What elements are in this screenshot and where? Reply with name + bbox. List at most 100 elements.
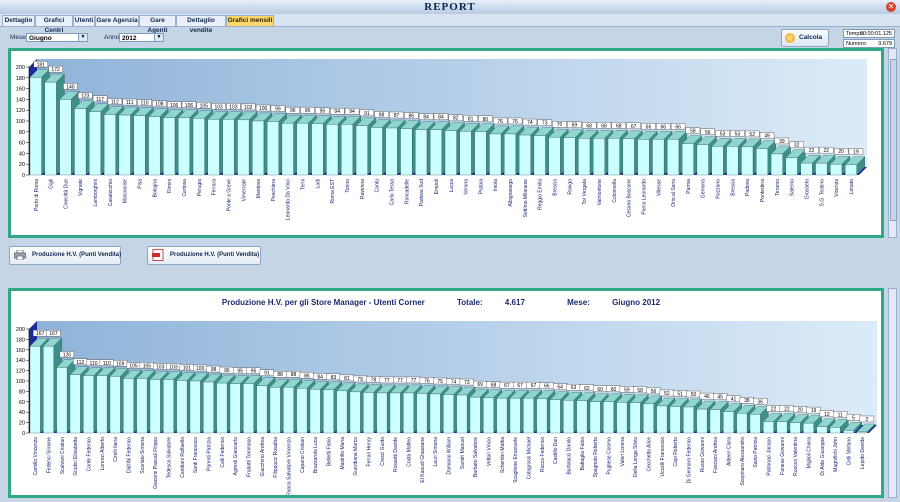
data-label: 78 (371, 377, 377, 383)
x-tick-label: Vicenza (834, 179, 840, 197)
x-tick-label: Calli Federico (220, 437, 226, 468)
x-tick-label: Federici Simone (47, 437, 53, 473)
x-tick-label: Pistoia (478, 179, 484, 194)
tab-dettaglio[interactable]: Dettaglio (2, 15, 35, 26)
data-label: 2 (865, 417, 868, 423)
x-tick-label: Certosa (182, 179, 188, 197)
x-tick-label: Guerdiana Marco (353, 437, 359, 476)
bar-chart-store-managers: 0 20 40 60 80 100 120 140 160 180 200 167 Camillo Vi… (16, 321, 877, 496)
data-label: 70 (557, 122, 563, 128)
data-label: 77 (384, 378, 390, 384)
data-label: 20 (797, 408, 803, 414)
y-tick-label: 120 (16, 369, 25, 375)
vertical-scrollbar[interactable] (888, 48, 897, 238)
x-tick-label: Cantù (375, 179, 381, 193)
x-tick-label: Celli Stefano (847, 437, 853, 466)
month-value: Giugno (29, 35, 52, 42)
calcola-label: Calcola (799, 34, 823, 41)
data-label: 5 (852, 415, 855, 421)
print-report-button[interactable]: Produzione H.V. (Punti Vendita) (9, 246, 121, 265)
data-label: 172 (51, 67, 60, 73)
data-label: 167 (36, 331, 45, 337)
data-label: 52 (664, 391, 670, 397)
calcola-button[interactable]: Calcola (781, 29, 829, 47)
scrollbar-thumb[interactable] (890, 59, 897, 221)
window-title: REPORT (424, 1, 476, 13)
x-tick-label: Cinecittà Due (63, 179, 69, 209)
y-tick-label: 60 (19, 400, 25, 406)
calculate-icon (785, 33, 795, 43)
y-tick-label: 120 (16, 108, 25, 114)
x-tick-label: Camillo Vincenzo (33, 437, 39, 476)
month-select[interactable]: Giugno ▼ (26, 33, 88, 42)
x-tick-label: Scarlato Simona (140, 437, 146, 474)
bar-chart-points-of-sale: 0 20 40 60 80 100 120 140 160 180 200 181 Porto di R… (16, 59, 867, 220)
data-label: 73 (464, 380, 470, 386)
x-tick-label: El Kaoudi Ghassane (420, 437, 426, 483)
x-tick-label: Capi Roberto (673, 437, 679, 467)
x-tick-label: Peschiera (271, 179, 277, 201)
data-label: 19 (853, 150, 859, 156)
tab-utenti[interactable]: Utenti (73, 15, 95, 26)
data-label: 110 (90, 361, 98, 367)
tab-strip: Dettaglio Grafici Centri Utenti Gare Agenzi… (0, 14, 900, 34)
x-tick-label: Rovigo (567, 179, 573, 195)
x-tick-label: Agresti Giancarlo (233, 437, 239, 476)
x-tick-label: Fasciani Andrea (713, 437, 719, 473)
data-label: 67 (517, 383, 523, 389)
x-tick-label: Di Aldo Giuseppe (820, 437, 826, 476)
data-label: 56 (705, 130, 711, 136)
year-select[interactable]: 2012 ▼ (119, 33, 164, 42)
x-tick-label: Dall'Ali Federico (127, 437, 133, 473)
x-tick-label: Giacomi Pascali Filippo (153, 437, 159, 489)
x-tick-label: Imola (493, 179, 499, 191)
data-label: 58 (637, 388, 643, 394)
x-tick-label: Aldeeri Clara (727, 437, 733, 466)
tab-gare-agenti[interactable]: Gare Agenti (139, 15, 176, 34)
tab-gare-agenzia[interactable]: Gare Agenzia (95, 15, 139, 26)
close-icon[interactable]: ✕ (886, 2, 896, 12)
data-label: 69 (477, 382, 483, 388)
x-tick-label: Rozzano (716, 179, 722, 199)
x-tick-label: Terni (301, 179, 307, 190)
data-label: 56 (651, 389, 657, 395)
x-tick-label: Costa Matteo (407, 437, 413, 467)
x-tick-label: Leonardo Da Vinci (286, 179, 292, 220)
x-tick-label: Lauri Simona (433, 437, 439, 467)
x-tick-label: Valeri Lorena (620, 437, 626, 467)
tab-dettaglio-vendite[interactable]: Dettaglio vendite (176, 15, 226, 34)
y-tick-label: 40 (19, 410, 25, 416)
x-tick-label: Lucca (449, 179, 455, 193)
x-tick-label: Magnifichi John (833, 437, 839, 472)
data-label: 83 (331, 375, 337, 381)
chevron-down-icon[interactable]: ▼ (78, 34, 87, 41)
chevron-down-icon[interactable]: ▼ (154, 34, 163, 41)
data-label: 66 (675, 124, 681, 130)
data-label: 84 (317, 374, 323, 380)
x-tick-label: Roncadelle (404, 179, 410, 204)
x-tick-label: Ranca Salvatore Vincenzo (287, 437, 293, 495)
x-tick-label: Uccelli Francesco (660, 437, 666, 477)
x-tick-label: Fanese Giovanni (780, 437, 786, 475)
vertical-scrollbar-2[interactable] (888, 288, 897, 498)
data-label: 66 (544, 384, 550, 390)
y-tick-label: 200 (16, 65, 25, 71)
data-label: 75 (437, 379, 443, 385)
tab-grafici-centri[interactable]: Grafici Centri (35, 15, 73, 34)
y-tick-label: 0 (22, 431, 25, 437)
data-label: 88 (379, 112, 385, 118)
x-tick-label: Battaglia Fabio (580, 437, 586, 471)
chart-2-title-text: Produzione H.V. per gli Store Manager - … (221, 298, 425, 307)
y-tick-label: 160 (16, 87, 25, 93)
data-label: 69 (572, 123, 578, 129)
tab-grafici-mensili[interactable]: Grafici mensili (226, 15, 274, 26)
x-tick-label: Giacchino Andrea (260, 437, 266, 477)
pdf-export-button[interactable]: Produzione H.V. (Punti Vendita) (147, 246, 261, 265)
data-label: 96 (290, 108, 296, 114)
x-tick-label: Brazzarola Luca (313, 437, 319, 473)
data-label: 106 (170, 103, 179, 109)
x-tick-label: Settimo Milanese (523, 179, 529, 218)
x-tick-label: S.G. Teatino (819, 179, 825, 207)
data-label: 88 (277, 372, 283, 378)
x-tick-label: Parma (686, 179, 692, 194)
